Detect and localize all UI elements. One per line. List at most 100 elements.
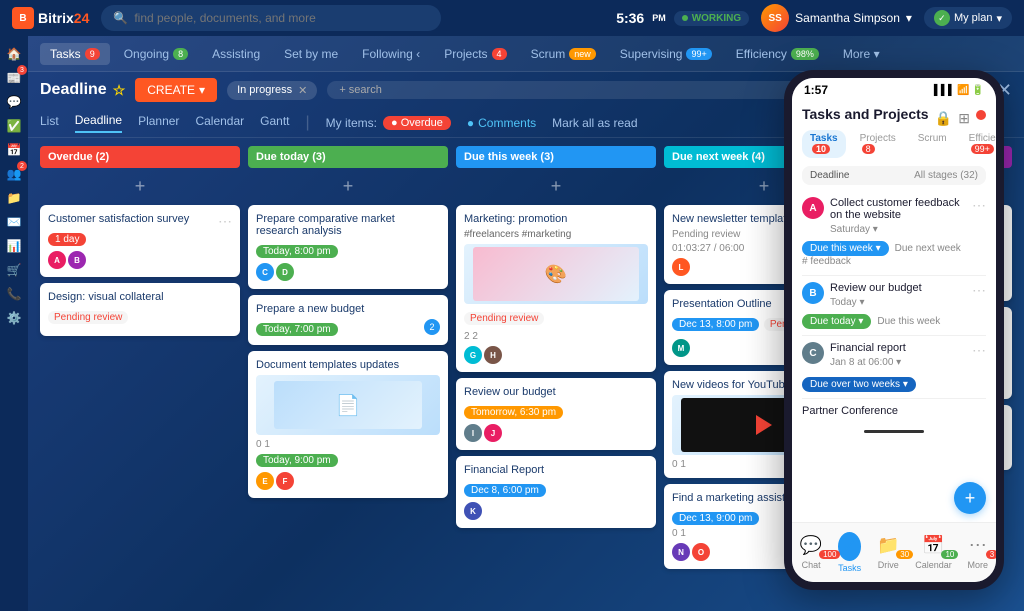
card-review-budget[interactable]: Review our budget Tomorrow, 6:30 pm I J [456, 378, 656, 450]
comments-button[interactable]: ● Comments [467, 116, 536, 130]
sidebar-item-feed[interactable]: 📰3 [4, 68, 24, 88]
overdue-filter[interactable]: ● Overdue [383, 116, 451, 130]
column-header-week: Due this week (3) [456, 146, 656, 168]
nav-tabs: Tasks 9 Ongoing 8 Assisting Set by me Fo… [28, 36, 1024, 72]
view-tab-planner[interactable]: Planner [138, 114, 179, 132]
tab-projects[interactable]: Projects 4 [434, 43, 516, 65]
card-menu-dots[interactable]: ⋯ [972, 342, 986, 359]
phone-home-indicator [864, 430, 924, 433]
due-badge[interactable]: Due over two weeks ▾ [802, 377, 916, 392]
avatar: K [464, 502, 482, 520]
sidebar-item-drive[interactable]: 📁 [4, 188, 24, 208]
view-tab-calendar[interactable]: Calendar [195, 114, 244, 132]
tab-following[interactable]: Following ‹ [352, 43, 430, 65]
card-design-visual[interactable]: Design: visual collateral Pending review [40, 283, 240, 336]
bottom-icon-tasks[interactable]: ✓ Tasks [838, 532, 861, 573]
card-document-templates[interactable]: Document templates updates 📄 0 1 Today, … [248, 351, 448, 498]
phone-tab-scrum[interactable]: Scrum [910, 130, 955, 158]
view-divider: | [306, 114, 310, 132]
phone-status-bar: 1:57 ▌▌▌ 📶 🔋 [792, 78, 996, 102]
sidebar-item-crm[interactable]: 📊 [4, 236, 24, 256]
sidebar-item-calendar[interactable]: 📅 [4, 140, 24, 160]
avatar: SS [761, 4, 789, 32]
bottom-icon-chat[interactable]: 💬 100 Chat [800, 535, 822, 570]
tab-scrum[interactable]: Scrum new [521, 43, 606, 65]
sidebar-item-shop[interactable]: 🛒 [4, 260, 24, 280]
card-marketing-promotion[interactable]: Marketing: promotion #freelancers #marke… [456, 205, 656, 372]
column-due-today: Due today (3) + Prepare comparative mark… [248, 146, 448, 567]
lock-icon[interactable]: 🔒 [935, 110, 952, 127]
create-button[interactable]: CREATE ▾ [135, 78, 217, 102]
user-info[interactable]: SS Samantha Simpson ▾ [761, 4, 912, 32]
due-badge[interactable]: Due today ▾ [802, 314, 871, 329]
sidebar-item-mail[interactable]: ✉️ [4, 212, 24, 232]
card-menu-dots[interactable]: ⋯ [972, 197, 986, 214]
phone-card-4[interactable]: Partner Conference [802, 399, 986, 426]
card-market-research[interactable]: Prepare comparative market research anal… [248, 205, 448, 289]
column-add-today[interactable]: + [248, 174, 448, 199]
filter-close-icon[interactable]: ✕ [298, 84, 307, 97]
card-financial-report[interactable]: Financial Report Dec 8, 6:00 pm K [456, 456, 656, 528]
time-display: 5:36 PM WORKING [616, 10, 749, 26]
avatar: L [672, 258, 690, 276]
card-menu-icon[interactable]: ⋯ [218, 213, 232, 230]
column-overdue: Overdue (2) + ⋯ Customer satisfaction su… [40, 146, 240, 567]
column-add-overdue[interactable]: + [40, 174, 240, 199]
bottom-icon-more[interactable]: ⋯ 3 More [968, 535, 989, 570]
search-input[interactable] [134, 11, 429, 25]
phone-card-3[interactable]: C Financial report Jan 8 at 06:00 ▾ ⋯ Du… [802, 336, 986, 399]
tab-ongoing[interactable]: Ongoing 8 [114, 43, 198, 65]
view-tab-list[interactable]: List [40, 114, 59, 132]
bottom-icon-drive[interactable]: 📁 30 Drive [877, 535, 899, 570]
avatar: B [68, 251, 86, 269]
tab-tasks[interactable]: Tasks 9 [40, 43, 110, 65]
star-icon[interactable]: ☆ [113, 82, 126, 99]
phone-filter[interactable]: Deadline All stages (32) [802, 166, 986, 185]
tab-set-by-me[interactable]: Set by me [274, 43, 348, 65]
global-search[interactable]: 🔍 [101, 5, 441, 31]
sidebar-item-tasks[interactable]: ✅ [4, 116, 24, 136]
phone-tab-projects[interactable]: Projects 8 [852, 130, 904, 158]
my-plan-button[interactable]: ✓ My plan ▾ [924, 7, 1012, 29]
mark-all-read-button[interactable]: Mark all as read [552, 116, 637, 130]
tab-supervising[interactable]: Supervising 99+ [610, 43, 722, 65]
sidebar-item-settings[interactable]: ⚙️ [4, 308, 24, 328]
phone-signal: ▌▌▌ 📶 🔋 [934, 85, 984, 96]
status-filter[interactable]: In progress ✕ [227, 81, 317, 100]
view-tab-deadline[interactable]: Deadline [75, 113, 122, 133]
column-due-week: Due this week (3) + Marketing: promotion… [456, 146, 656, 567]
grid-icon[interactable]: ⊞ [958, 110, 970, 127]
my-items-filter[interactable]: My items: ● Overdue [326, 116, 451, 130]
due-badge[interactable]: Due this week ▾ [802, 241, 889, 256]
phone-card-1[interactable]: A Collect customer feedback on the websi… [802, 191, 986, 276]
tab-assisting[interactable]: Assisting [202, 43, 270, 65]
card-menu-dots[interactable]: ⋯ [972, 282, 986, 299]
avatar: N [672, 543, 690, 561]
tab-more[interactable]: More ▾ [833, 43, 890, 65]
phone-tab-efficiency[interactable]: Efficiency 99+ [961, 130, 1004, 158]
view-tab-gantt[interactable]: Gantt [260, 114, 289, 132]
sidebar-item-phone[interactable]: 📞 [4, 284, 24, 304]
fab-button[interactable]: + [954, 482, 986, 514]
search-icon: 🔍 [113, 11, 128, 25]
avatar: A [802, 197, 824, 219]
sidebar-item-contacts[interactable]: 👥2 [4, 164, 24, 184]
logo-text: Bitrix24 [38, 10, 89, 26]
card-new-budget[interactable]: Prepare a new budget Today, 7:00 pm 2 [248, 295, 448, 345]
column-header-overdue: Overdue (2) [40, 146, 240, 168]
phone-card-2[interactable]: B Review our budget Today ▾ ⋯ Due today … [802, 276, 986, 336]
phone-overlay: 1:57 ▌▌▌ 📶 🔋 Tasks and Projects 🔒 ⊞ Task… [784, 70, 1004, 590]
avatar: G [464, 346, 482, 364]
logo-icon: B [12, 7, 34, 29]
sidebar-item-chat[interactable]: 💬 [4, 92, 24, 112]
page-title: Deadline ☆ [40, 81, 125, 99]
column-add-week[interactable]: + [456, 174, 656, 199]
phone-tabs: Tasks 10 Projects 8 Scrum Efficiency 99+ [802, 130, 986, 158]
phone-tab-tasks[interactable]: Tasks 10 [802, 130, 846, 158]
avatar: B [802, 282, 824, 304]
avatar: A [48, 251, 66, 269]
sidebar-item-home[interactable]: 🏠 [4, 44, 24, 64]
tab-efficiency[interactable]: Efficiency 98% [726, 43, 829, 65]
bottom-icon-calendar[interactable]: 📅 10 Calendar [915, 535, 952, 570]
card-customer-satisfaction[interactable]: ⋯ Customer satisfaction survey 1 day A B [40, 205, 240, 277]
